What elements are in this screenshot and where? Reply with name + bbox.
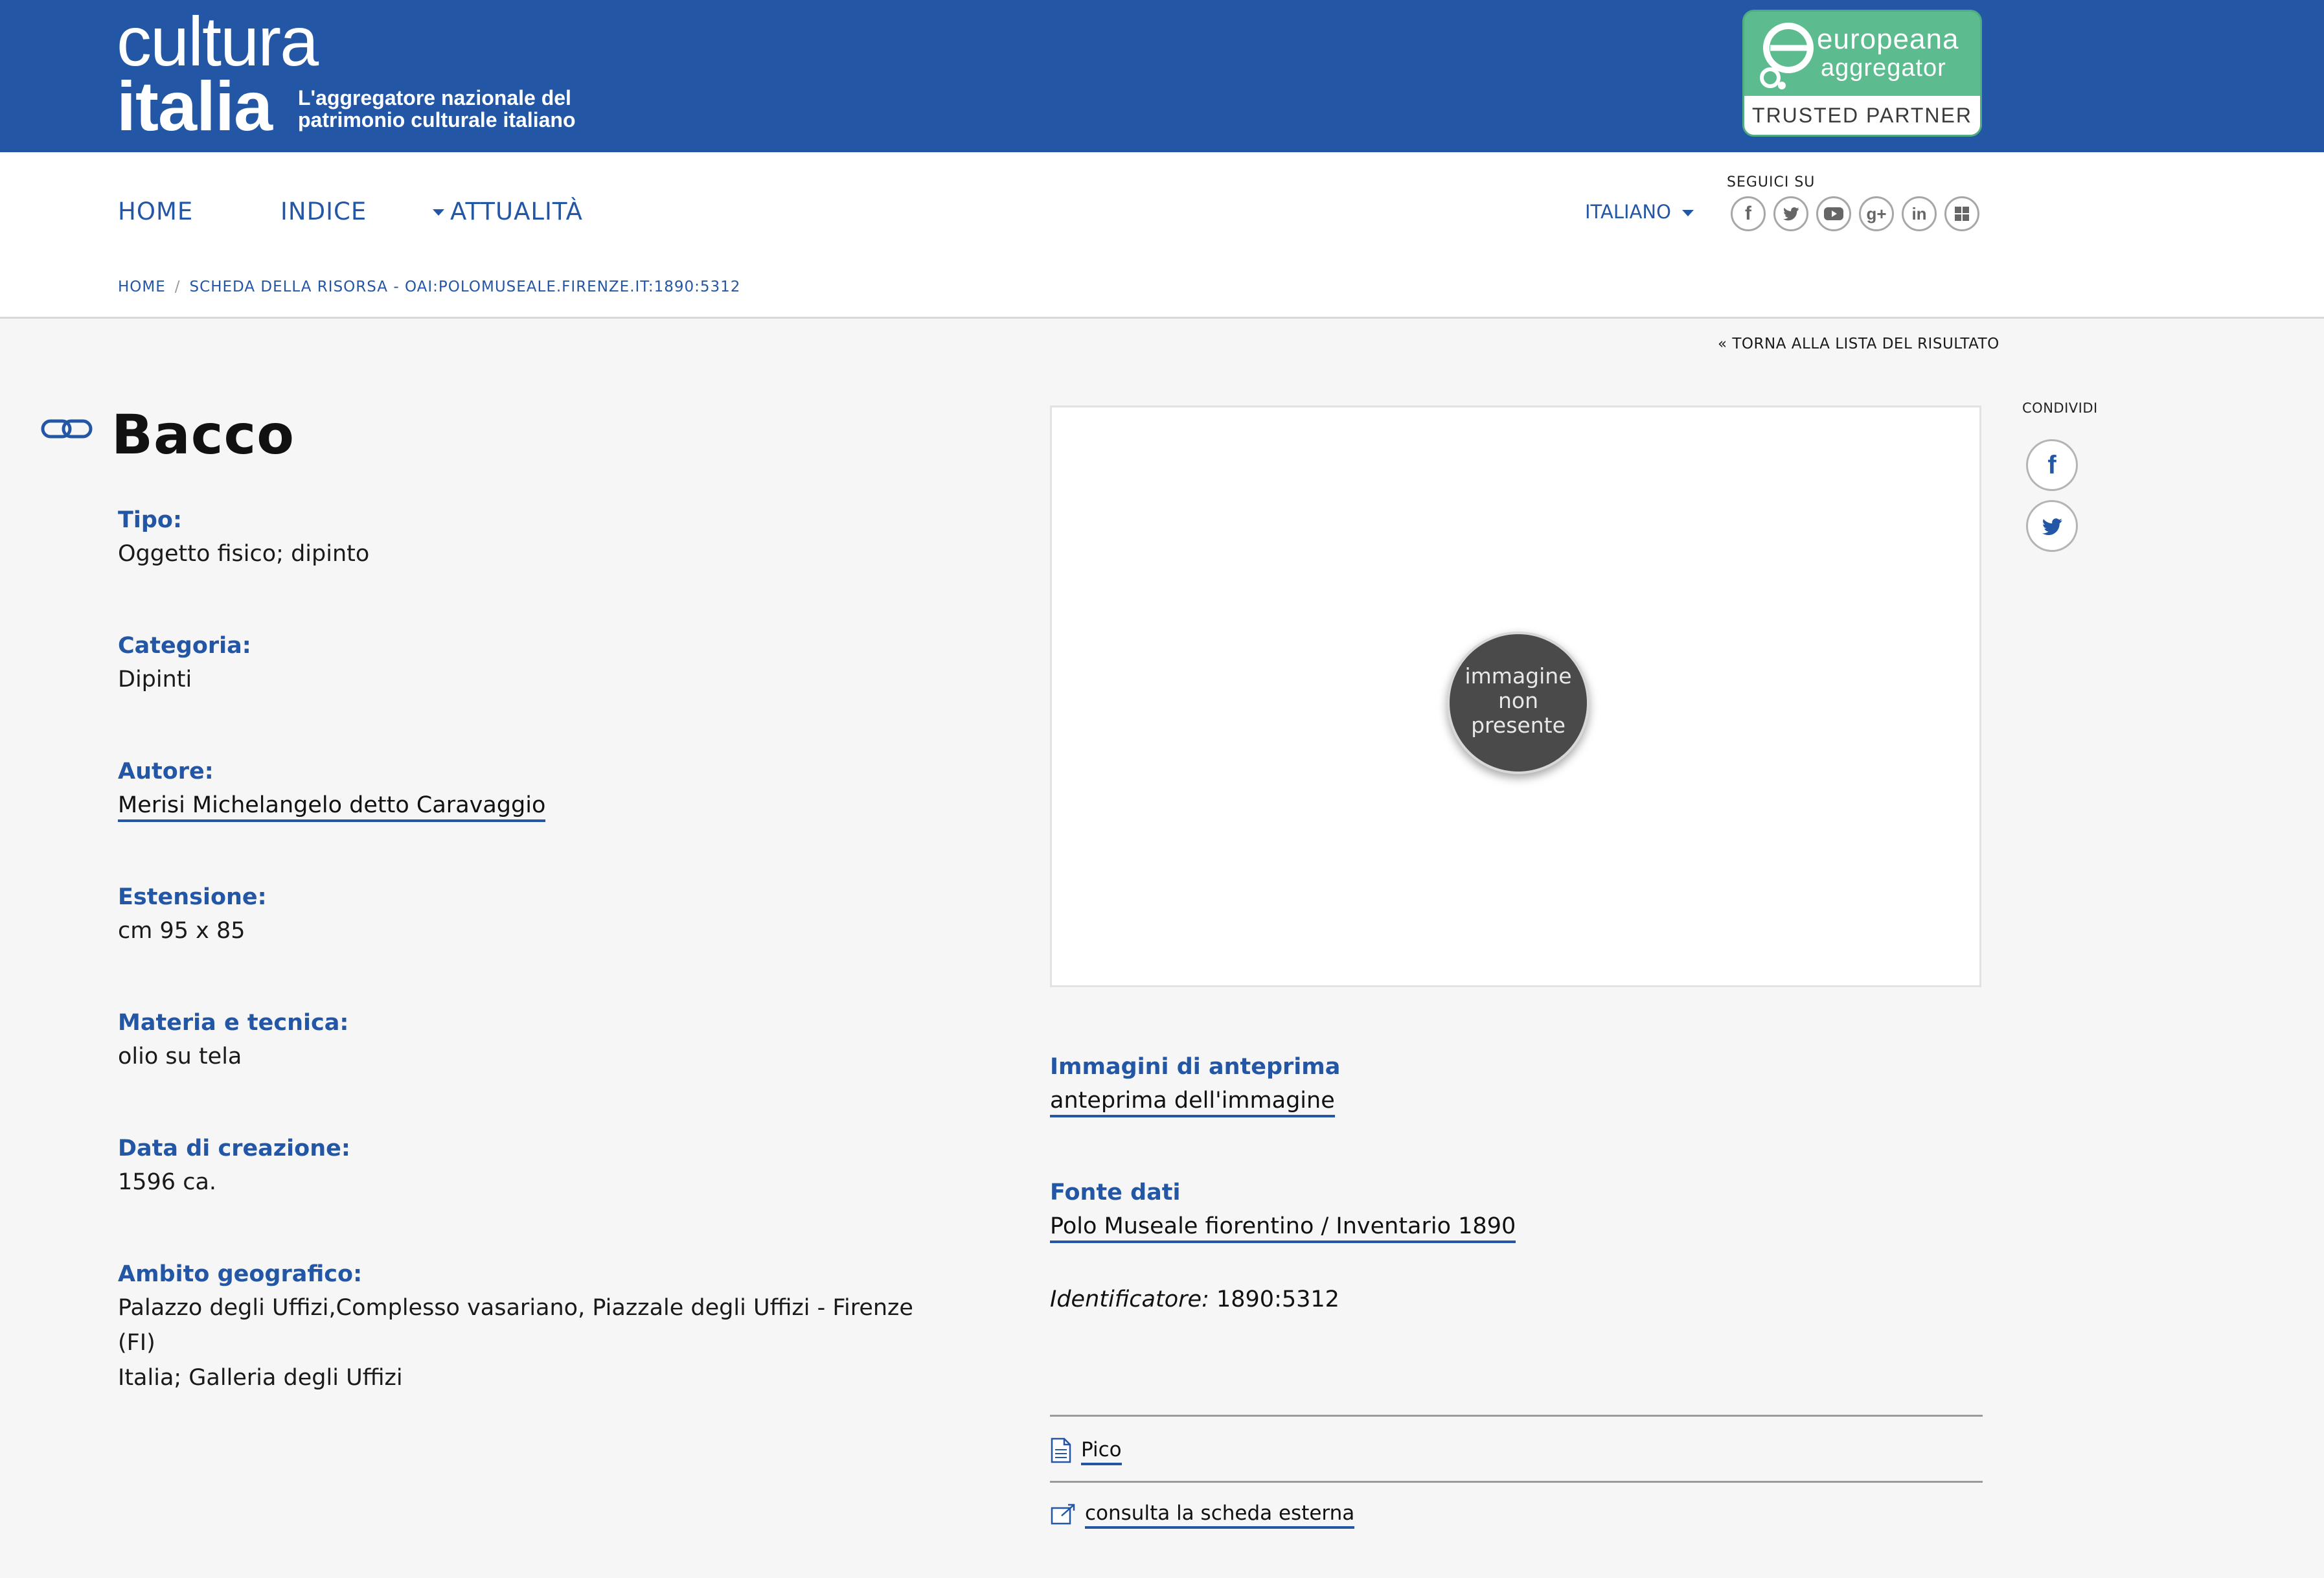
identifier-key: Identificatore: [1050, 1286, 1209, 1312]
data-source-link[interactable]: Polo Museale fiorentino / Inventario 189… [1050, 1213, 1516, 1243]
preview-image-link[interactable]: anteprima dell'immagine [1050, 1088, 1335, 1117]
external-record-link[interactable]: consulta la scheda esterna [1085, 1502, 1355, 1529]
field-label: Categoria: [118, 633, 251, 659]
record-title: Bacco [111, 403, 295, 466]
identifier: Identificatore: 1890:5312 [1050, 1286, 1339, 1312]
image-not-available-placeholder: immagine non presente [1447, 632, 1589, 774]
logo-line2: italia [117, 67, 273, 145]
field-value: olio su tela [118, 1044, 242, 1069]
europeana-badge[interactable]: europeana aggregator TRUSTED PARTNER [1742, 10, 1982, 137]
placeholder-line1: immagine [1464, 663, 1572, 689]
link-icon[interactable] [40, 415, 93, 444]
badge-subtitle: aggregator [1821, 54, 1946, 82]
field-label: Data di creazione: [118, 1136, 350, 1161]
image-preview-box: immagine non presente [1050, 406, 1981, 987]
facebook-icon[interactable]: f [2026, 439, 2078, 491]
chevron-down-icon [1682, 210, 1694, 216]
breadcrumb-separator: / [174, 279, 181, 295]
pico-row: Pico [1050, 1437, 1122, 1465]
field-tipo: Tipo: Oggetto fisico; dipinto [118, 504, 947, 571]
linkedin-icon[interactable]: in [1902, 196, 1937, 231]
europeana-e-icon [1760, 23, 1814, 89]
field-label: Materia e tecnica: [118, 1010, 349, 1036]
field-data-creazione: Data di creazione: 1596 ca. [118, 1132, 947, 1200]
field-value-line2: Italia; Galleria degli Uffizi [118, 1365, 403, 1391]
placeholder-line2: non [1498, 688, 1539, 713]
field-autore: Autore: Merisi Michelangelo detto Carava… [118, 755, 947, 823]
field-value: 1596 ca. [118, 1169, 217, 1195]
culturaitalia-logo[interactable]: cultura italia L'aggregatore nazionale d… [117, 2, 576, 145]
field-value: Oggetto fisico; dipinto [118, 541, 370, 567]
field-ambito-geografico: Ambito geografico: Palazzo degli Uffizi,… [118, 1258, 947, 1395]
external-link-icon [1051, 1504, 1075, 1524]
tagline-line1: L'aggregatore nazionale del [298, 86, 571, 109]
delicious-icon[interactable] [1944, 196, 1979, 231]
googleplus-icon[interactable]: g+ [1859, 196, 1894, 231]
document-icon [1051, 1437, 1071, 1463]
field-value-line1: Palazzo degli Uffizi,Complesso vasariano… [118, 1295, 913, 1356]
divider [1050, 1481, 1983, 1483]
tagline-line2: patrimonio culturale italiano [298, 108, 576, 132]
breadcrumb-home[interactable]: HOME [118, 279, 166, 295]
field-value: Dipinti [118, 667, 192, 692]
field-label: Tipo: [118, 507, 182, 533]
breadcrumb-current: SCHEDA DELLA RISORSA - OAI:POLOMUSEALE.F… [189, 279, 741, 295]
nav-indice[interactable]: INDICE [280, 198, 367, 225]
follow-label: SEGUICI SU [1727, 174, 1816, 190]
twitter-icon[interactable] [2026, 500, 2078, 552]
author-link[interactable]: Merisi Michelangelo detto Caravaggio [118, 792, 546, 822]
divider [1050, 1415, 1983, 1417]
external-record-row: consulta la scheda esterna [1050, 1502, 1355, 1529]
badge-title: europeana [1817, 23, 1959, 55]
back-to-results-link[interactable]: « TORNA ALLA LISTA DEL RISULTATO [1718, 336, 1999, 352]
site-header: cultura italia L'aggregatore nazionale d… [0, 0, 2324, 152]
field-materia: Materia e tecnica: olio su tela [118, 1007, 947, 1074]
twitter-icon[interactable] [1773, 196, 1808, 231]
logo-tagline: L'aggregatore nazionale del patrimonio c… [298, 87, 596, 131]
field-categoria: Categoria: Dipinti [118, 630, 947, 697]
chevron-down-icon [433, 209, 444, 216]
pico-link[interactable]: Pico [1081, 1437, 1122, 1465]
trusted-partner-label: TRUSTED PARTNER [1744, 96, 1980, 135]
nav-attualita[interactable]: ATTUALITÀ [450, 198, 583, 225]
field-estensione: Estensione: cm 95 x 85 [118, 881, 947, 948]
field-preview-images: Immagini di anteprima anteprima dell'imm… [1050, 1051, 1983, 1118]
field-label: Ambito geografico: [118, 1261, 363, 1287]
language-label: ITALIANO [1585, 201, 1671, 223]
main-nav: HOME INDICE ATTUALITÀ ITALIANO SEGUICI S… [0, 152, 2324, 319]
logo-line1: cultura [117, 2, 319, 80]
field-value: cm 95 x 85 [118, 918, 245, 944]
language-selector[interactable]: ITALIANO [1585, 201, 1694, 223]
breadcrumb: HOME / SCHEDA DELLA RISORSA - OAI:POLOMUSE… [118, 279, 740, 295]
field-data-source: Fonte dati Polo Museale fiorentino / Inv… [1050, 1176, 1983, 1244]
identifier-value: 1890:5312 [1216, 1286, 1339, 1312]
share-label: CONDIVIDI [2022, 400, 2098, 416]
nav-home[interactable]: HOME [118, 198, 193, 225]
youtube-icon[interactable] [1816, 196, 1851, 231]
placeholder-line3: presente [1471, 713, 1566, 738]
field-label: Autore: [118, 759, 214, 784]
field-label: Fonte dati [1050, 1180, 1181, 1206]
field-label: Estensione: [118, 884, 267, 910]
facebook-icon[interactable]: f [1731, 196, 1766, 231]
field-label: Immagini di anteprima [1050, 1054, 1341, 1080]
